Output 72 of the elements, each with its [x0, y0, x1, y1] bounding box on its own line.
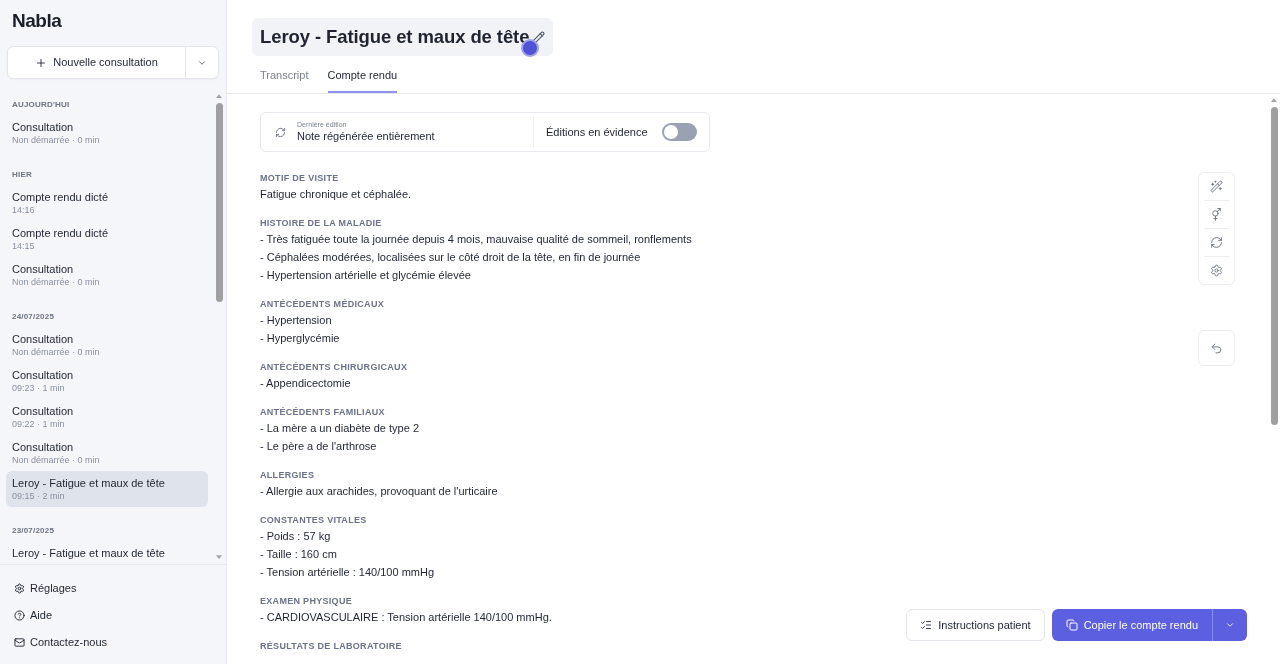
section-heading: RÉSULTATS DE LABORATOIRE: [260, 640, 402, 653]
section-heading: MOTIF DE VISITE: [260, 172, 339, 185]
refresh-icon: [275, 126, 286, 138]
tab[interactable]: Transcript: [260, 64, 309, 93]
report-line: - CARDIOVASCULAIRE : Tension artérielle 140/100 mmHg.: [260, 610, 552, 625]
consultation-item[interactable]: Consultation Non démarrée · 0 min: [6, 327, 208, 363]
settings-icon: [1210, 264, 1223, 277]
section-heading: ALLERGIES: [260, 469, 315, 482]
section-heading: HISTOIRE DE LA MALADIE: [260, 217, 382, 230]
consultation-item[interactable]: Consultation 09:22 · 1 min: [6, 399, 208, 435]
consultation-item[interactable]: Consultation Non démarrée · 0 min: [6, 115, 208, 151]
date-heading: HIER: [12, 169, 32, 181]
magic-wand-icon: [1210, 180, 1223, 193]
report-line: - La mère a un diabète de type 2: [260, 421, 419, 436]
date-heading: 24/07/2025: [12, 311, 55, 323]
new-consultation-button[interactable]: Nouvelle consultation: [8, 47, 185, 78]
pencil-icon: [532, 30, 546, 44]
section-heading: ANTÉCÉDENTS FAMILIAUX: [260, 406, 385, 419]
report-line: - Appendicectomie: [260, 376, 351, 391]
scrollbar-thumb[interactable]: [216, 103, 223, 302]
consultation-item[interactable]: Consultation Non démarrée · 0 min: [6, 257, 208, 293]
last-edit-value: Note régénérée entièrement: [297, 129, 435, 144]
report-line: Fatigue chronique et céphalée.: [260, 187, 412, 202]
consultation-item[interactable]: Compte rendu dicté 14:15: [6, 221, 208, 257]
undo-button[interactable]: [1198, 330, 1235, 366]
section-heading: ANTÉCÉDENTS MÉDICAUX: [260, 298, 384, 311]
copy-menu-button[interactable]: [1212, 609, 1247, 641]
scrollbar-thumb[interactable]: [1271, 107, 1278, 425]
refresh-icon: [1210, 236, 1223, 249]
scroll-up-arrow-icon[interactable]: [216, 94, 222, 98]
report-line: - Le père a de l'arthrose: [260, 439, 377, 454]
report-line: - Tension artérielle : 140/100 mmHg: [260, 565, 435, 580]
consultation-item[interactable]: Leroy - Fatigue et maux de tête: [6, 541, 208, 564]
report-line: - Taille : 160 cm: [260, 547, 337, 562]
undo-icon: [1210, 341, 1223, 355]
checklist-icon: [920, 619, 933, 631]
gender-symbol-icon: [1210, 208, 1223, 221]
report-line: - Hypertension: [260, 313, 332, 328]
consultation-item[interactable]: Consultation Non démarrée · 0 min: [6, 435, 208, 471]
editable-title[interactable]: Leroy - Fatigue et maux de tête: [252, 18, 554, 56]
copy-icon: [1065, 619, 1078, 631]
scroll-down-arrow-icon[interactable]: [216, 555, 222, 559]
instructions-button[interactable]: Instructions patient: [906, 609, 1045, 641]
report-line: - Allergie aux arachides, provoquant de l'urticaire: [260, 484, 498, 499]
section-heading: EXAMEN PHYSIQUE: [260, 595, 353, 608]
highlight-toggle[interactable]: [662, 123, 697, 141]
help-icon: [14, 609, 25, 621]
date-heading: 23/07/2025: [12, 525, 55, 537]
consultation-item[interactable]: Compte rendu dicté 14:16: [6, 185, 208, 221]
copy-report-button[interactable]: Copier le compte rendu: [1051, 609, 1212, 641]
report-line: - Hyperglycémie: [260, 331, 340, 346]
scroll-up-arrow-icon[interactable]: [1271, 98, 1277, 102]
consultation-item[interactable]: Leroy - Fatigue et maux de tête 09:15 · 2 min: [6, 471, 208, 507]
plus-icon: [35, 56, 48, 69]
sidebar-link[interactable]: Réglages: [8, 578, 83, 598]
report-line: - Poids : 57 kg: [260, 529, 331, 544]
section-heading: CONSTANTES VITALES: [260, 514, 367, 527]
settings-icon: [14, 582, 25, 594]
chevron-down-icon: [1225, 620, 1235, 630]
report-line: - Hypertension artérielle et glycémie élevée: [260, 268, 471, 283]
report-line: - Céphalées modérées, localisées sur le côté droit de la tête, en fin de journée: [260, 250, 641, 265]
report-line: - Très fatiguée toute la journée depuis 4 mois, mauvaise qualité de sommeil, ronflements: [260, 232, 692, 247]
tab[interactable]: Compte rendu: [327, 64, 398, 93]
date-heading: AUJOURD'HUI: [12, 99, 70, 111]
toggle-label: Éditions en évidence: [546, 124, 648, 140]
new-consultation-menu-button[interactable]: [185, 47, 218, 78]
consultation-item[interactable]: Consultation 09:23 · 1 min: [6, 363, 208, 399]
mail-icon: [14, 636, 25, 648]
sidebar-link[interactable]: Contactez-nous: [8, 632, 114, 652]
sidebar-link[interactable]: Aide: [8, 605, 59, 625]
section-heading: ANTÉCÉDENTS CHIRURGICAUX: [260, 361, 408, 374]
app-logo: Nabla: [12, 10, 62, 32]
